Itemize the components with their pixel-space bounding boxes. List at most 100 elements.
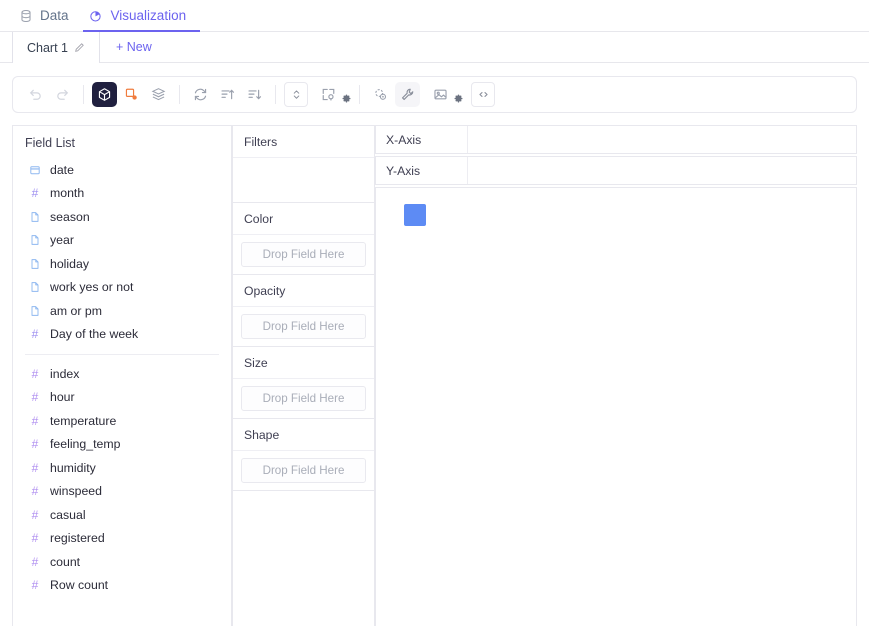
gear-icon[interactable] — [342, 90, 351, 103]
field-item-row-count[interactable]: # Row count — [13, 574, 231, 598]
transpose-button[interactable] — [188, 82, 213, 107]
opacity-drop-zone[interactable]: Drop Field Here — [241, 314, 366, 339]
x-axis-label: X-Axis — [376, 126, 468, 153]
export-code-button[interactable] — [471, 82, 495, 107]
x-axis-row: X-Axis — [375, 125, 857, 154]
field-item-registered[interactable]: # registered — [13, 527, 231, 551]
visualization-canvas[interactable] — [375, 187, 857, 626]
size-section: Size Drop Field Here — [232, 347, 375, 419]
sort-ascending-button[interactable] — [215, 82, 240, 107]
field-label: am or pm — [50, 303, 102, 318]
toolbar-divider-3 — [275, 85, 276, 104]
field-item-day-of-the-week[interactable]: # Day of the week — [13, 323, 231, 347]
hash-icon: # — [31, 578, 39, 593]
gear-icon[interactable] — [454, 90, 463, 103]
field-item-am-or-pm[interactable]: am or pm — [13, 299, 231, 323]
chart-tab-bar: Chart 1 + New — [0, 32, 869, 63]
encoding-panel: Filters Color Drop Field Here Opacity Dr… — [232, 125, 375, 626]
color-title: Color — [233, 203, 374, 235]
field-item-humidity[interactable]: # humidity — [13, 456, 231, 480]
field-item-temperature[interactable]: # temperature — [13, 409, 231, 433]
field-item-year[interactable]: year — [13, 229, 231, 253]
field-label: feeling_temp — [50, 437, 121, 452]
hash-icon: # — [31, 554, 39, 569]
redo-button[interactable] — [50, 82, 75, 107]
field-label: year — [50, 233, 74, 248]
size-mode-button[interactable] — [284, 82, 308, 107]
chart-toolbar — [12, 76, 857, 113]
field-item-index[interactable]: # index — [13, 362, 231, 386]
toolbar-container — [0, 63, 869, 113]
field-list-title: Field List — [25, 136, 76, 150]
graphic-walker-app: Data Visualization Chart 1 + New Field L… — [0, 0, 869, 626]
field-item-feeling-temp[interactable]: # feeling_temp — [13, 433, 231, 457]
shape-drop-zone[interactable]: Drop Field Here — [241, 458, 366, 483]
field-label: holiday — [50, 256, 89, 271]
tab-visualization[interactable]: Visualization — [82, 1, 201, 32]
field-item-casual[interactable]: # casual — [13, 503, 231, 527]
shape-title: Shape — [233, 419, 374, 451]
image-icon-button[interactable] — [428, 82, 453, 107]
shape-shelf: Drop Field Here — [233, 451, 374, 490]
y-axis-label: Y-Axis — [376, 157, 468, 184]
sort-descending-button[interactable] — [242, 82, 267, 107]
field-label: Day of the week — [50, 327, 139, 342]
field-label: season — [50, 209, 90, 224]
pie-chart-icon — [89, 8, 104, 23]
field-item-holiday[interactable]: holiday — [13, 252, 231, 276]
toolbar-divider-2 — [179, 85, 180, 104]
opacity-section: Opacity Drop Field Here — [232, 275, 375, 347]
field-label: index — [50, 366, 80, 381]
undo-button[interactable] — [23, 82, 48, 107]
toolbar-divider-4 — [359, 85, 360, 104]
field-item-winspeed[interactable]: # winspeed — [13, 480, 231, 504]
hash-icon: # — [31, 484, 39, 499]
field-item-work-yes-or-not[interactable]: work yes or not — [13, 276, 231, 300]
hash-icon: # — [31, 186, 39, 201]
hash-icon: # — [31, 390, 39, 405]
document-icon — [29, 211, 41, 223]
field-label: hour — [50, 390, 75, 405]
y-axis-row: Y-Axis — [375, 156, 857, 185]
layers-button[interactable] — [146, 82, 171, 107]
field-item-hour[interactable]: # hour — [13, 386, 231, 410]
size-title: Size — [233, 347, 374, 379]
hash-icon: # — [31, 413, 39, 428]
field-item-season[interactable]: season — [13, 205, 231, 229]
field-item-date[interactable]: date — [13, 158, 231, 182]
expand-arrows-button[interactable] — [316, 82, 341, 107]
y-axis-shelf[interactable] — [468, 157, 856, 184]
new-chart-tab-button[interactable]: + New — [100, 32, 168, 62]
chart-canvas-area: X-Axis Y-Axis — [375, 125, 857, 626]
field-label: count — [50, 554, 81, 569]
field-item-month[interactable]: # month — [13, 182, 231, 206]
color-section: Color Drop Field Here — [232, 203, 375, 275]
pencil-icon[interactable] — [74, 42, 85, 53]
mark-type-button[interactable] — [92, 82, 117, 107]
hash-icon: # — [31, 366, 39, 381]
geo-shape-button[interactable] — [119, 82, 144, 107]
wrench-button[interactable] — [395, 82, 420, 107]
editor-body: Field List date # month season year holi… — [12, 125, 857, 626]
size-drop-zone[interactable]: Drop Field Here — [241, 386, 366, 411]
field-item-count[interactable]: # count — [13, 550, 231, 574]
hash-icon: # — [31, 531, 39, 546]
measure-field-group: # index # hour # temperature # feeling_t… — [13, 362, 231, 599]
filters-shelf[interactable] — [233, 158, 374, 202]
tab-data-label: Data — [40, 8, 69, 23]
size-shelf: Drop Field Here — [233, 379, 374, 418]
encoding-panel-filler — [232, 491, 375, 626]
x-axis-shelf[interactable] — [468, 126, 856, 153]
hash-icon: # — [31, 437, 39, 452]
tab-data[interactable]: Data — [12, 1, 83, 32]
chart-tab-label: Chart 1 — [27, 40, 68, 55]
chart-tab-chart-1[interactable]: Chart 1 — [12, 32, 100, 63]
filters-section: Filters — [232, 125, 375, 203]
interaction-bubbles-button[interactable] — [368, 82, 393, 107]
color-drop-zone[interactable]: Drop Field Here — [241, 242, 366, 267]
filters-title: Filters — [233, 126, 374, 158]
color-shelf: Drop Field Here — [233, 235, 374, 274]
tab-visualization-label: Visualization — [110, 8, 187, 23]
export-image-group — [428, 82, 463, 107]
field-label: month — [50, 186, 85, 201]
